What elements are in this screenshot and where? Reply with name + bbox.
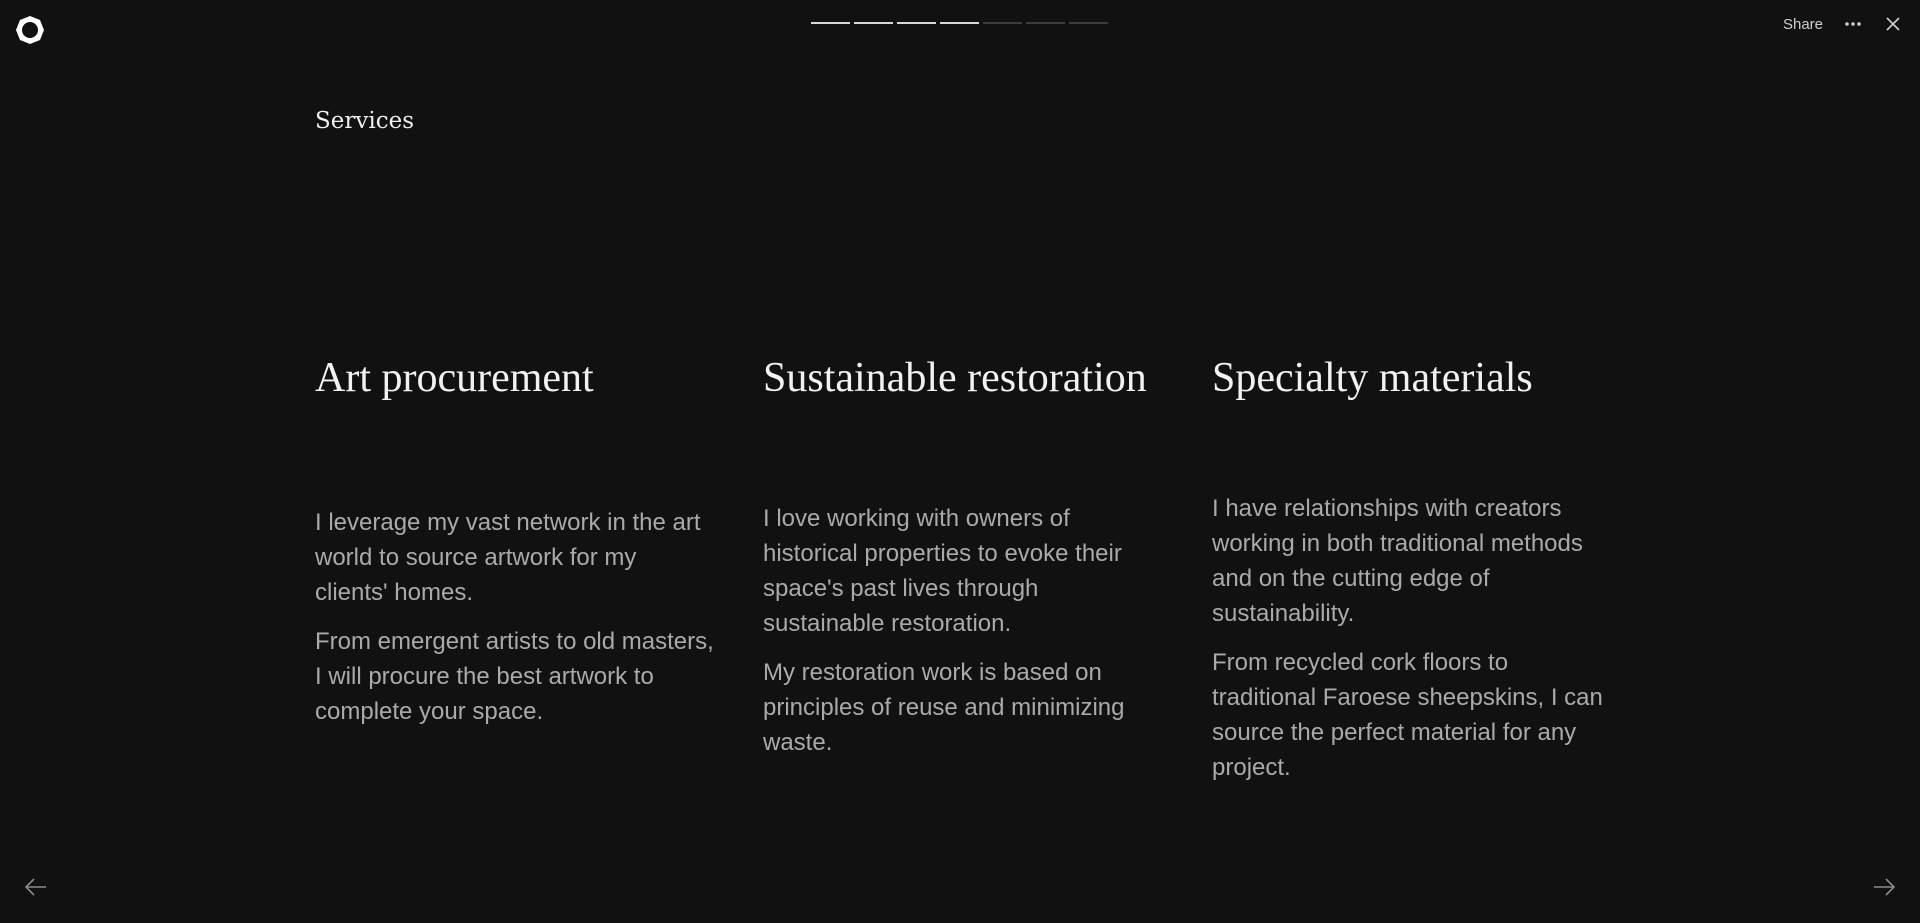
progress-segment xyxy=(983,22,1022,24)
progress-indicator xyxy=(811,22,1108,24)
service-paragraph: I love working with owners of historical… xyxy=(763,505,1122,637)
service-title: Sustainable restoration xyxy=(763,355,1147,401)
service-description: I have relationships with creators worki… xyxy=(1212,491,1612,799)
share-button[interactable]: Share xyxy=(1783,16,1823,33)
close-icon[interactable] xyxy=(1883,14,1903,34)
top-right-controls: Share xyxy=(1783,14,1903,34)
service-description: I love working with owners of historical… xyxy=(763,501,1163,774)
service-description: I leverage my vast network in the art wo… xyxy=(315,505,715,743)
service-paragraph: I have relationships with creators worki… xyxy=(1212,495,1583,627)
arrow-right-icon[interactable] xyxy=(1872,876,1896,898)
service-paragraph: I leverage my vast network in the art wo… xyxy=(315,509,701,606)
more-icon[interactable] xyxy=(1843,14,1863,34)
service-title: Specialty materials xyxy=(1212,355,1533,401)
service-paragraph: From recycled cork floors to traditional… xyxy=(1212,649,1603,781)
page-title: Services xyxy=(315,108,415,134)
arrow-left-icon[interactable] xyxy=(24,876,48,898)
progress-segment xyxy=(854,22,893,24)
progress-segment xyxy=(940,22,979,24)
progress-segment xyxy=(1026,22,1065,24)
logo-icon[interactable] xyxy=(15,15,45,45)
progress-segment xyxy=(811,22,850,24)
progress-segment xyxy=(897,22,936,24)
service-paragraph: My restoration work is based on principl… xyxy=(763,659,1125,756)
service-paragraph: From emergent artists to old masters, I … xyxy=(315,628,714,725)
service-title: Art procurement xyxy=(315,355,594,401)
progress-segment xyxy=(1069,22,1108,24)
